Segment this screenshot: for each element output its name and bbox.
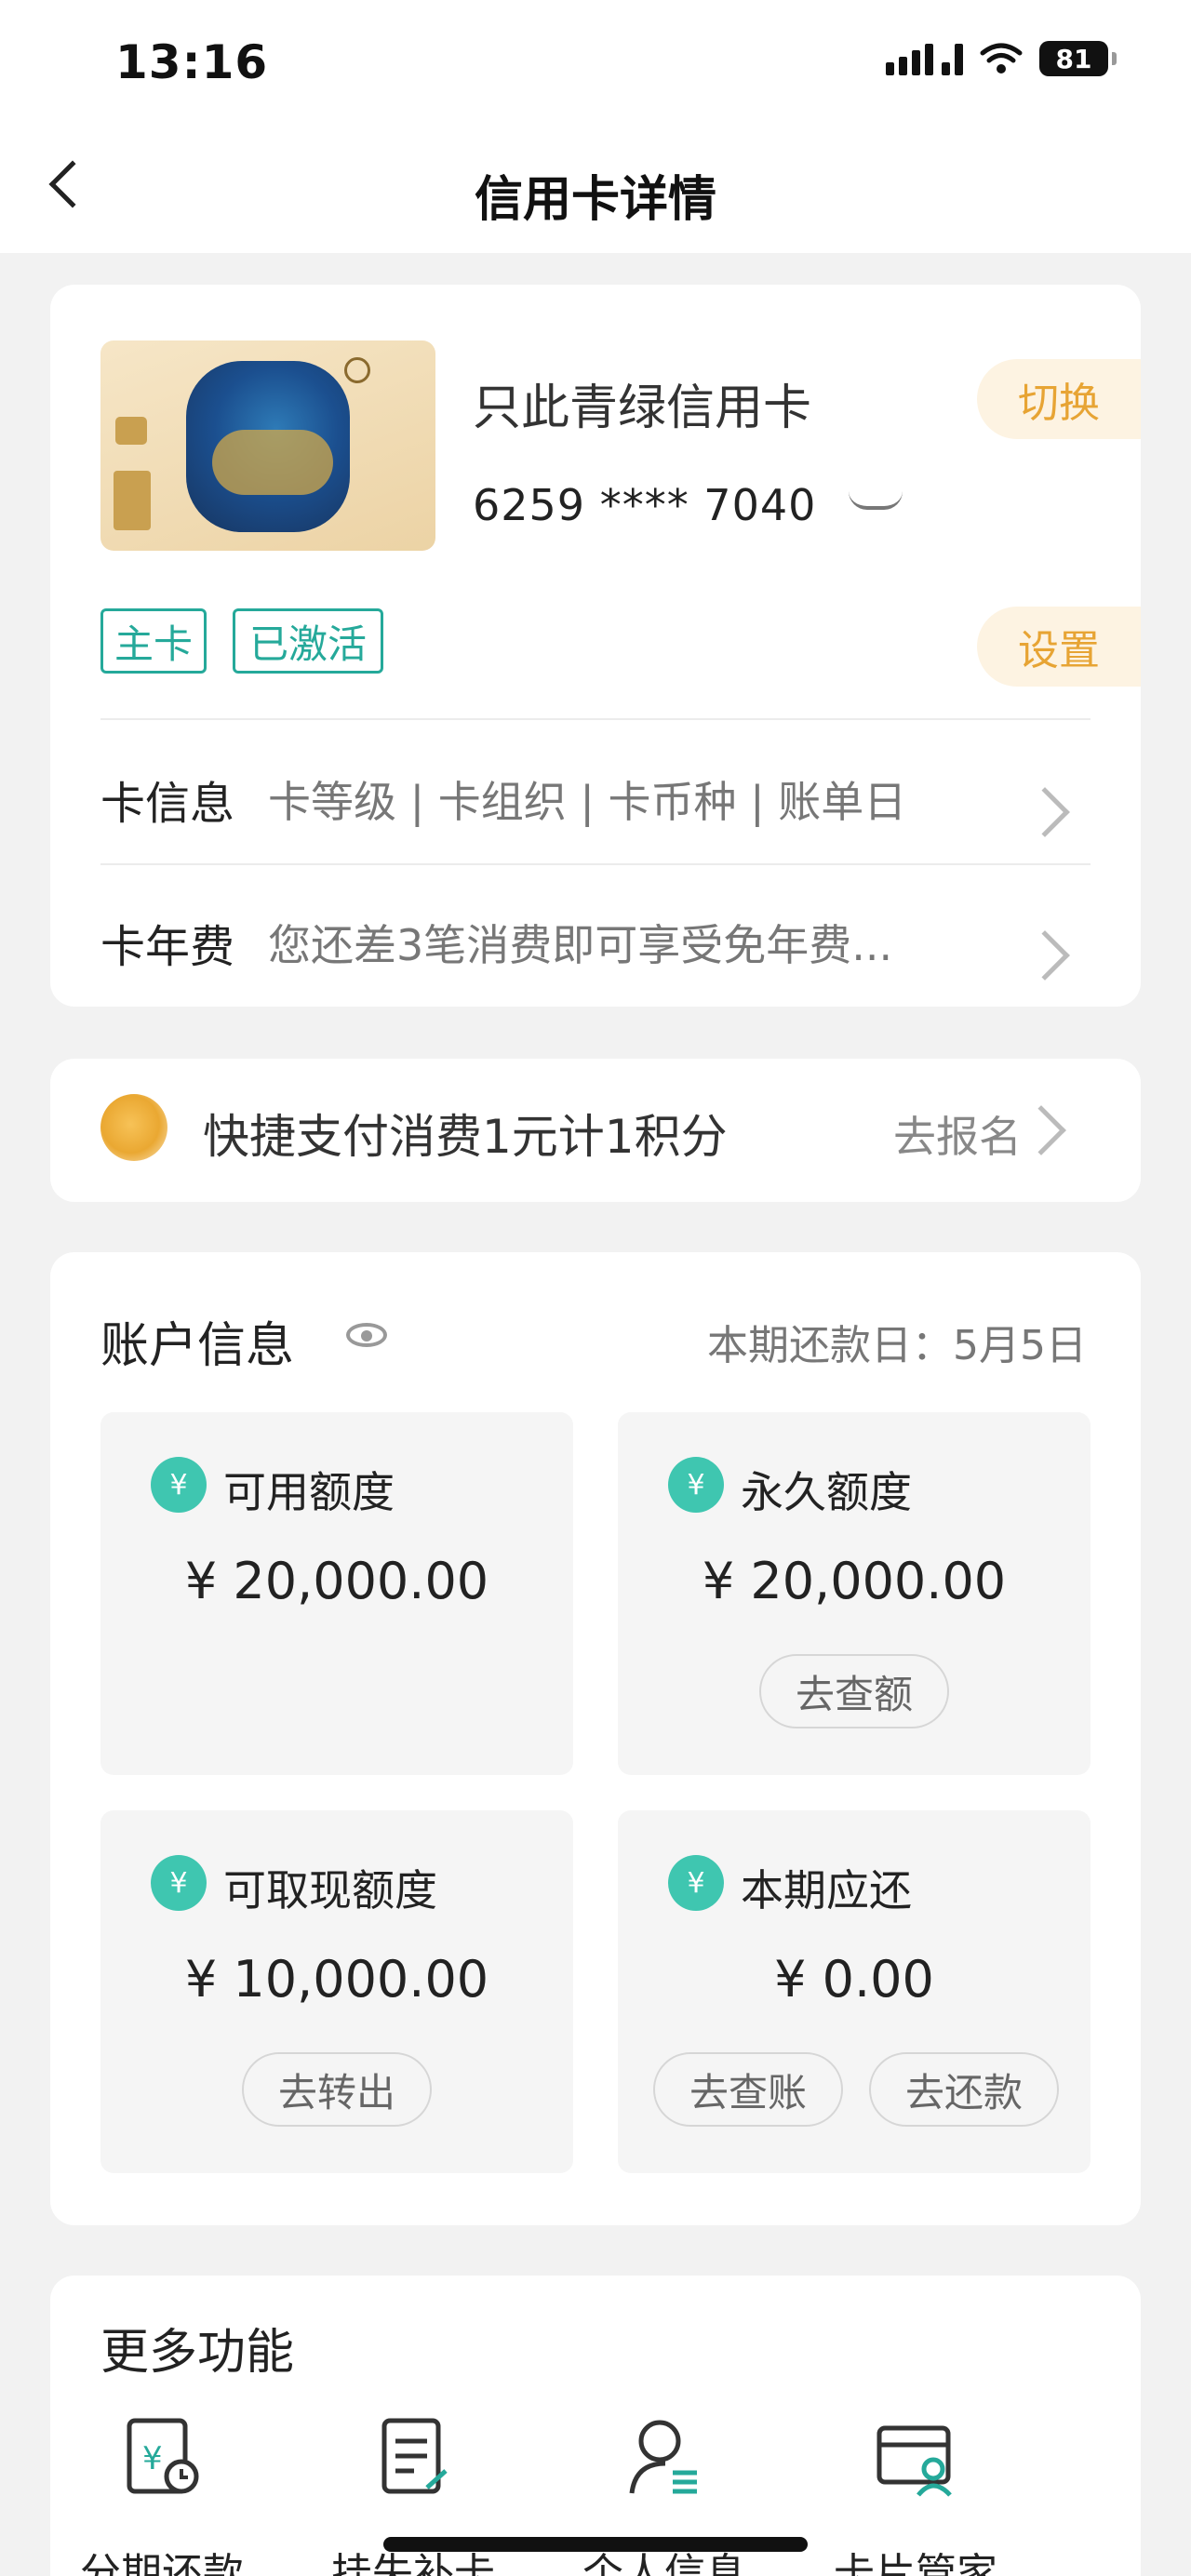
promo-banner[interactable]: 快捷支付消费1元计1积分 去报名 <box>50 1059 1141 1202</box>
tile-label: 永久额度 <box>741 1467 912 1517</box>
chevron-right-icon <box>1020 930 1070 981</box>
money-bag-icon: ¥ <box>151 1457 207 1513</box>
permanent-credit-tile: ¥ 永久额度 ¥ 20,000.00 去查额 <box>618 1412 1091 1775</box>
tile-label: 可取现额度 <box>223 1865 437 1915</box>
battery-level: 81 <box>1039 41 1108 76</box>
more-functions-title: 更多功能 <box>100 2325 295 2381</box>
switch-card-button[interactable]: 切换 <box>977 359 1141 439</box>
settings-button[interactable]: 设置 <box>977 607 1141 687</box>
report-loss-icon <box>381 2418 448 2494</box>
top-bar: 13:16 81 信用卡详情 <box>0 0 1191 253</box>
tile-amount: ¥ 20,000.00 <box>702 1552 1007 1610</box>
points-gift-icon <box>100 1094 167 1161</box>
eye-closed-icon[interactable] <box>849 491 903 510</box>
repay-button[interactable]: 去还款 <box>869 2052 1059 2127</box>
card-manager-icon <box>877 2425 952 2497</box>
function-label: 分期还款 <box>80 2550 244 2576</box>
signup-link[interactable]: 去报名 <box>893 1103 1022 1165</box>
wifi-icon <box>980 43 1023 73</box>
statement-due-tile: ¥ 本期应还 ¥ 0.00 去查账 去还款 <box>618 1810 1091 2173</box>
more-functions-panel: 更多功能 ¥ 分期还款 挂失补卡 个人信息 卡片管家 <box>50 2276 1141 2576</box>
credit-card-image <box>100 340 435 551</box>
transfer-out-button[interactable]: 去转出 <box>242 2052 432 2127</box>
personal-info-button[interactable]: 个人信息 <box>553 2415 776 2576</box>
unionpay-logo <box>114 471 151 530</box>
tile-amount: ¥ 20,000.00 <box>184 1552 489 1610</box>
annual-fee-value: 您还差3笔消费即可享受免年费... <box>268 920 893 970</box>
card-info-label: 卡信息 <box>100 778 235 830</box>
promo-text: 快捷支付消费1元计1积分 <box>203 1110 728 1164</box>
home-indicator[interactable] <box>383 2537 808 2552</box>
card-info-value: 卡等级 | 卡组织 | 卡币种 | 账单日 <box>268 777 907 827</box>
page-title: 信用卡详情 <box>474 172 716 228</box>
card-number: 6259 **** 7040 <box>473 480 817 530</box>
tile-amount: ¥ 0.00 <box>774 1950 934 2009</box>
money-bag-icon: ¥ <box>668 1855 724 1911</box>
status-icons: 81 <box>886 41 1117 76</box>
installment-button[interactable]: ¥ 分期还款 <box>50 2415 274 2576</box>
divider <box>100 863 1091 865</box>
eye-icon[interactable] <box>346 1323 387 1347</box>
available-credit-tile: ¥ 可用额度 ¥ 20,000.00 <box>100 1412 573 1775</box>
account-info-title: 账户信息 <box>100 1318 295 1374</box>
tile-amount: ¥ 10,000.00 <box>184 1950 489 2009</box>
function-label: 卡片管家 <box>834 2550 997 2576</box>
due-date: 本期还款日：5月5日 <box>707 1322 1087 1369</box>
battery-icon: 81 <box>1039 41 1117 76</box>
tile-label: 可用额度 <box>223 1467 395 1517</box>
card-name: 只此青绿信用卡 <box>473 380 812 436</box>
report-loss-button[interactable]: 挂失补卡 <box>301 2415 525 2576</box>
chevron-right-icon <box>1020 787 1070 837</box>
annual-fee-label: 卡年费 <box>100 921 235 973</box>
chip-icon <box>115 417 147 445</box>
svg-text:¥: ¥ <box>142 2440 163 2477</box>
status-time: 13:16 <box>115 35 269 89</box>
personal-info-icon <box>629 2420 697 2494</box>
chevron-right-icon <box>1016 1105 1066 1155</box>
activated-tag: 已激活 <box>233 608 383 674</box>
card-detail-panel: 只此青绿信用卡 6259 **** 7040 切换 主卡 已激活 设置 卡信息 … <box>50 285 1141 1007</box>
bank-logo-icon <box>344 357 370 383</box>
money-bag-icon: ¥ <box>151 1855 207 1911</box>
check-bill-button[interactable]: 去查账 <box>653 2052 843 2127</box>
primary-card-tag: 主卡 <box>100 608 207 674</box>
signal-icon <box>886 42 963 75</box>
card-manager-button[interactable]: 卡片管家 <box>804 2415 1027 2576</box>
cash-advance-tile: ¥ 可取现额度 ¥ 10,000.00 去转出 <box>100 1810 573 2173</box>
account-info-panel: 账户信息 本期还款日：5月5日 ¥ 可用额度 ¥ 20,000.00 ¥ 永久额… <box>50 1252 1141 2225</box>
installment-icon: ¥ <box>127 2418 199 2494</box>
tile-label: 本期应还 <box>741 1865 912 1915</box>
money-bag-icon: ¥ <box>668 1457 724 1513</box>
divider <box>100 718 1091 720</box>
check-limit-button[interactable]: 去查额 <box>759 1654 949 1728</box>
